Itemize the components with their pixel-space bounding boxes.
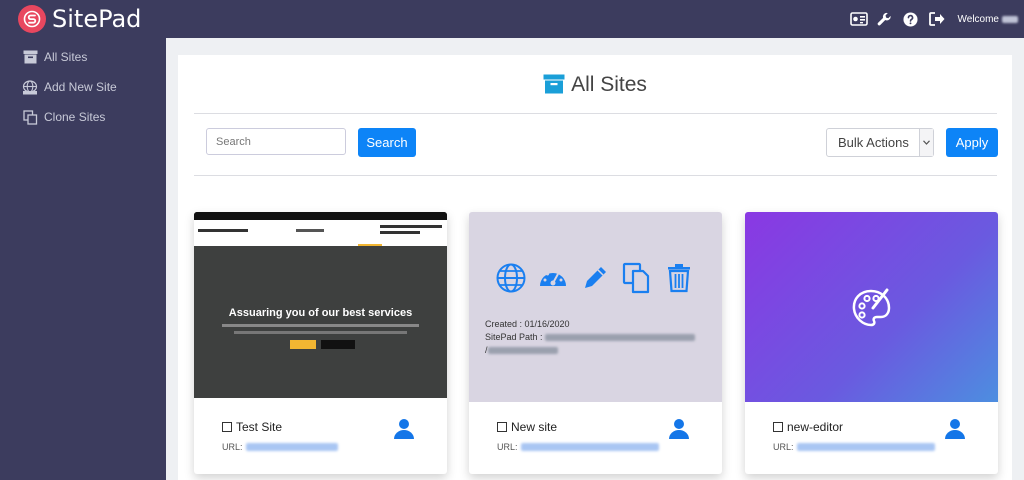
- sidebar-item-label: Add New Site: [44, 80, 117, 94]
- preview-nav: [194, 220, 447, 246]
- sidebar-item-add-new-site[interactable]: Add New Site: [0, 72, 166, 102]
- url-label: URL:: [497, 442, 518, 452]
- path-value-blur: [545, 334, 696, 342]
- preview-topbar: [194, 212, 447, 220]
- chevron-down-icon: [919, 129, 933, 156]
- sitepad-path-cont: /: [485, 344, 695, 357]
- sidebar: All Sites Add New Site Clone Sites: [0, 38, 166, 480]
- sitepad-logo-icon: [18, 5, 46, 33]
- sidebar-item-label: All Sites: [44, 50, 88, 64]
- card-footer: new-editor URL:: [745, 402, 998, 474]
- logo[interactable]: SitePad: [18, 5, 141, 33]
- page-title: All Sites: [571, 73, 647, 96]
- path-label: SitePad Path :: [485, 332, 543, 342]
- page-header: All Sites: [178, 73, 1012, 97]
- logout-icon[interactable]: [928, 10, 946, 28]
- top-bar: SitePad Welcome: [0, 0, 1024, 38]
- created-date: Created : 01/16/2020: [485, 319, 570, 329]
- site-name-label: Test Site: [236, 420, 283, 434]
- preview-button: [290, 340, 316, 349]
- app-name: SitePad: [52, 5, 142, 33]
- site-name[interactable]: Test Site: [222, 420, 282, 434]
- trash-icon[interactable]: [663, 262, 695, 294]
- url-link[interactable]: [520, 443, 659, 451]
- palette-icon: [849, 286, 893, 330]
- preview-button: [321, 340, 355, 349]
- sidebar-item-clone-sites[interactable]: Clone Sites: [0, 102, 166, 132]
- archive-icon: [22, 49, 38, 65]
- preview-subtext: [222, 324, 419, 327]
- copy-icon: [22, 109, 38, 125]
- user-icon[interactable]: [944, 418, 966, 440]
- site-preview-image[interactable]: Assuaring you of our best services: [194, 212, 447, 402]
- card-footer: New site URL:: [469, 402, 722, 474]
- welcome-label: Welcome: [957, 13, 1000, 25]
- site-card[interactable]: Created : 01/16/2020 SitePad Path : / Ne…: [469, 212, 722, 474]
- preview-hero-title: Assuaring you of our best services: [228, 307, 413, 319]
- site-url: URL:: [497, 442, 659, 452]
- site-name-label: New site: [511, 420, 558, 434]
- site-url: URL:: [773, 442, 935, 452]
- username-blur: [1002, 15, 1018, 23]
- site-preview-placeholder[interactable]: [745, 212, 998, 402]
- site-card[interactable]: new-editor URL:: [745, 212, 998, 474]
- user-icon[interactable]: [393, 418, 415, 440]
- main-content: All Sites Search Bulk Actions Apply: [166, 38, 1024, 480]
- site-actions: [495, 262, 705, 294]
- site-name-label: new-editor: [787, 420, 844, 434]
- sitepad-path: SitePad Path :: [485, 331, 696, 344]
- site-preview-overlay[interactable]: Created : 01/16/2020 SitePad Path : /: [469, 212, 722, 402]
- sidebar-item-all-sites[interactable]: All Sites: [0, 42, 166, 72]
- sites-panel: All Sites Search Bulk Actions Apply: [178, 55, 1012, 480]
- help-icon[interactable]: [902, 10, 920, 28]
- site-details: Created : 01/16/2020 SitePad Path : /: [485, 318, 696, 357]
- bulk-actions-value: Bulk Actions: [838, 135, 909, 150]
- site-url: URL:: [222, 442, 338, 452]
- select-checkbox[interactable]: [773, 422, 783, 432]
- select-checkbox[interactable]: [222, 422, 232, 432]
- user-icon[interactable]: [668, 418, 690, 440]
- url-link[interactable]: [245, 443, 338, 451]
- divider: [194, 113, 997, 114]
- card-footer: Test Site URL:: [194, 402, 447, 474]
- site-name[interactable]: new-editor: [773, 420, 843, 434]
- preview-subtext: [234, 331, 407, 334]
- path-value-blur: [487, 347, 558, 355]
- dashboard-card-icon[interactable]: [849, 10, 868, 28]
- site-card[interactable]: Assuaring you of our best services Test …: [194, 212, 447, 474]
- search-input[interactable]: [206, 128, 346, 155]
- globe-icon: [22, 79, 38, 95]
- welcome-text: Welcome: [957, 13, 1018, 25]
- top-actions: Welcome: [849, 0, 1024, 38]
- url-label: URL:: [773, 442, 794, 452]
- dashboard-icon[interactable]: [537, 262, 569, 294]
- sidebar-item-label: Clone Sites: [44, 110, 106, 124]
- url-label: URL:: [222, 442, 243, 452]
- bulk-actions-select[interactable]: Bulk Actions: [826, 128, 934, 157]
- globe-icon[interactable]: [495, 262, 527, 294]
- apply-button[interactable]: Apply: [946, 128, 998, 157]
- divider: [194, 175, 997, 176]
- copy-icon[interactable]: [621, 262, 653, 294]
- pencil-icon[interactable]: [579, 262, 611, 294]
- url-link[interactable]: [796, 443, 935, 451]
- archive-icon: [543, 74, 565, 96]
- select-checkbox[interactable]: [497, 422, 507, 432]
- site-name[interactable]: New site: [497, 420, 557, 434]
- wrench-icon[interactable]: [876, 10, 894, 28]
- search-button[interactable]: Search: [358, 128, 416, 157]
